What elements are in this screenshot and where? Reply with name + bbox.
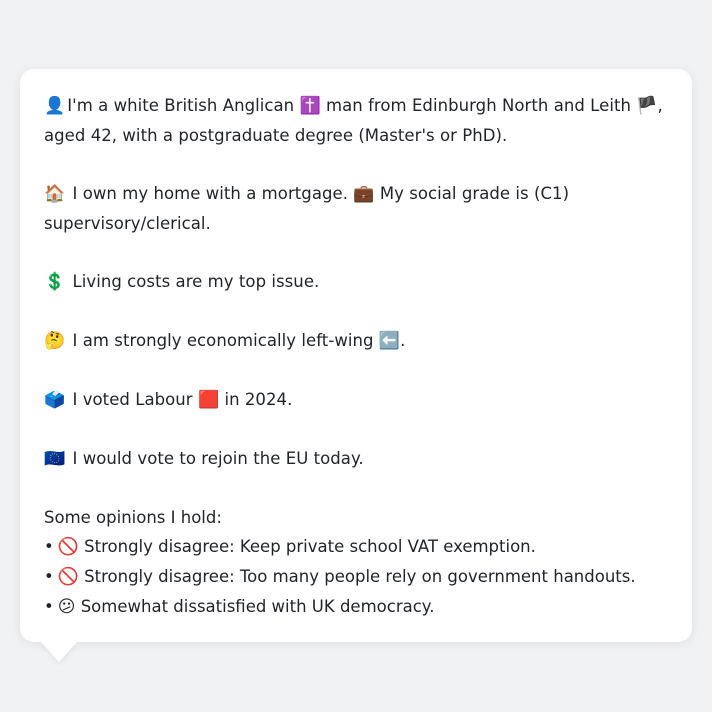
scotland-flag-icon: 🏴 bbox=[636, 96, 658, 116]
opinion-item: • 🚫 Strongly disagree: Keep private schoo… bbox=[44, 532, 668, 562]
left-arrow-icon: ⬅️ bbox=[378, 331, 401, 351]
thinking-face-icon: 🤔 bbox=[44, 331, 66, 351]
cross-icon: ✝️ bbox=[299, 96, 321, 116]
eu-flag-icon: 🇪🇺 bbox=[44, 449, 66, 469]
prohibited-icon: 🚫 bbox=[57, 537, 79, 557]
housing-paragraph: 🏠 I own my home with a mortgage. 💼 My so… bbox=[44, 179, 668, 238]
opinion-text: Somewhat dissatisfied with UK democracy. bbox=[75, 597, 435, 616]
economic-text-b: . bbox=[400, 331, 406, 350]
vote-text-a: I voted Labour bbox=[67, 390, 198, 409]
red-square-icon: 🟥 bbox=[197, 390, 220, 410]
dollar-icon: 💲 bbox=[44, 272, 66, 292]
vote-text-b: in 2024. bbox=[219, 390, 293, 409]
identity-text-b: man from Edinburgh North and Leith bbox=[320, 96, 637, 115]
housing-text-b: My social grade is (C1) bbox=[374, 184, 570, 203]
economic-paragraph: 🤔 I am strongly economically left-wing ⬅… bbox=[44, 326, 668, 356]
bullet: • bbox=[44, 537, 54, 556]
opinion-text: Strongly disagree: Keep private school V… bbox=[78, 537, 536, 556]
prohibited-icon: 🚫 bbox=[57, 567, 79, 587]
housing-line-2: supervisory/clerical. bbox=[44, 214, 211, 233]
opinions-title: Some opinions I hold: bbox=[44, 508, 222, 527]
identity-line-2: aged 42, with a postgraduate degree (Mas… bbox=[44, 126, 508, 145]
ballot-box-icon: 🗳️ bbox=[44, 390, 66, 410]
house-icon: 🏠 bbox=[44, 184, 66, 204]
speech-bubble-tail bbox=[40, 641, 78, 662]
bullet: • bbox=[44, 597, 54, 616]
identity-paragraph: 👤 I'm a white British Anglican ✝️ man fro… bbox=[44, 91, 668, 150]
issue-text: Living costs are my top issue. bbox=[67, 272, 320, 291]
vote-paragraph: 🗳️ I voted Labour 🟥 in 2024. bbox=[44, 385, 668, 415]
eu-paragraph: 🇪🇺 I would vote to rejoin the EU today. bbox=[44, 444, 668, 474]
briefcase-icon: 💼 bbox=[353, 184, 375, 204]
opinion-item: • 😕 Somewhat dissatisfied with UK democra… bbox=[44, 592, 668, 622]
opinion-text: Strongly disagree: Too many people rely … bbox=[78, 567, 636, 586]
opinion-item: • 🚫 Strongly disagree: Too many people re… bbox=[44, 562, 668, 592]
housing-text-a: I own my home with a mortgage. bbox=[67, 184, 354, 203]
profile-card: 👤 I'm a white British Anglican ✝️ man fro… bbox=[20, 69, 692, 642]
eu-text: I would vote to rejoin the EU today. bbox=[67, 449, 364, 468]
identity-text-a: I'm a white British Anglican bbox=[67, 96, 300, 115]
economic-text-a: I am strongly economically left-wing bbox=[67, 331, 379, 350]
confused-face-icon: 😕 bbox=[57, 597, 76, 617]
identity-text-c: , bbox=[657, 96, 663, 115]
bullet: • bbox=[44, 567, 54, 586]
person-icon: 👤 bbox=[44, 96, 66, 116]
issue-paragraph: 💲 Living costs are my top issue. bbox=[44, 267, 668, 297]
